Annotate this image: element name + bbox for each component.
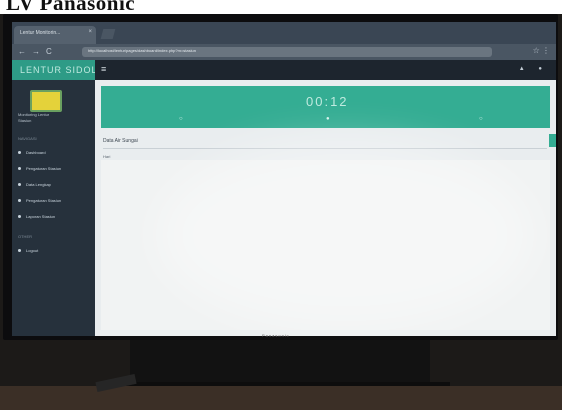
nav-section-label: NAVIGASI	[18, 136, 37, 141]
logo-image	[30, 90, 62, 112]
settings-icon	[18, 167, 21, 170]
browser-tabbar: Lentur Monitorin... ×	[12, 22, 556, 44]
close-icon[interactable]: ×	[88, 29, 92, 35]
url-text: http://localhost/lentur/pages/dashboard/…	[88, 48, 196, 53]
tv-stand	[130, 340, 430, 386]
data-icon	[18, 183, 21, 186]
status-banner: 00:12 ○ ● ○	[101, 86, 550, 128]
side-tab-button[interactable]	[549, 134, 556, 147]
profile-text: Monitoring Lentur Stasiun	[18, 112, 49, 124]
sidebar-item-stasiun[interactable]: Pengaturan Stasiun	[16, 196, 92, 206]
sidebar-item-label: Logout	[26, 248, 39, 253]
dashboard-icon	[18, 151, 21, 154]
sidebar-item-laporan[interactable]: Laporan Stasiun	[16, 212, 92, 222]
browser-address-bar: ← → C http://localhost/lentur/pages/dash…	[12, 44, 556, 60]
topbar-icons[interactable]: ▲ ●	[519, 66, 548, 72]
brand-bar[interactable]: LENTUR SIDOLO	[12, 60, 105, 80]
browser-tab[interactable]: Lentur Monitorin... ×	[14, 26, 96, 44]
forward-icon[interactable]: →	[32, 47, 40, 56]
section-title: Data Air Sungai	[103, 138, 138, 144]
sidebar-item-label: Pengaturan Stasiun	[26, 198, 62, 203]
sidebar-item-pengaturan[interactable]: Pengaturan Stasiun	[16, 164, 92, 174]
table-surface	[0, 386, 562, 410]
menu-icon[interactable]: ≡	[101, 64, 106, 74]
reload-icon[interactable]: C	[46, 47, 52, 56]
profile-line-1: Monitoring Lentur	[18, 112, 50, 117]
sidebar: LENTUR SIDOLO Monitoring Lentur Stasiun …	[12, 60, 105, 336]
profile-line-2: Stasiun	[18, 118, 32, 123]
banner-dot-icon[interactable]: ○	[179, 116, 183, 122]
new-tab-button[interactable]	[100, 29, 116, 39]
browser-menu-icons[interactable]: ☆ ⋮	[533, 46, 550, 55]
photo-caption: LV Panasonic	[0, 0, 562, 14]
sidebar-profile: Monitoring Lentur Stasiun	[12, 84, 95, 128]
sidebar-item-label: Data Lengkap	[26, 182, 51, 187]
tv-bezel: Lentur Monitorin... × ← → C http://local…	[3, 14, 558, 340]
tv-screen: Lentur Monitorin... × ← → C http://local…	[12, 22, 556, 336]
photo: Lentur Monitorin... × ← → C http://local…	[0, 14, 562, 410]
brand-text: LENTUR SIDOLO	[20, 65, 106, 75]
report-icon	[18, 215, 21, 218]
topbar: ≡ ▲ ●	[95, 60, 556, 80]
sidebar-item-logout[interactable]: Logout	[16, 246, 92, 256]
back-icon[interactable]: ←	[18, 47, 26, 56]
url-input[interactable]: http://localhost/lentur/pages/dashboard/…	[82, 47, 492, 57]
logout-icon	[18, 249, 21, 252]
nav-section-label: OTHER	[18, 234, 32, 239]
sidebar-item-dashboard[interactable]: Dashboard	[16, 148, 92, 158]
web-app: LENTUR SIDOLO Monitoring Lentur Stasiun …	[12, 60, 556, 336]
station-icon	[18, 199, 21, 202]
tv-brand-logo: Panasonic	[262, 333, 290, 338]
screen-glare	[155, 140, 535, 330]
banner-value: 00:12	[306, 94, 349, 109]
sidebar-item-label: Pengaturan Stasiun	[26, 166, 62, 171]
main-content: ≡ ▲ ● 00:12 ○ ● ○ Data Air Sungai Hari	[95, 60, 556, 336]
banner-dot-icon[interactable]: ●	[326, 116, 330, 122]
tab-title: Lentur Monitorin...	[20, 30, 61, 36]
sidebar-item-label: Dashboard	[26, 150, 46, 155]
sidebar-item-label: Laporan Stasiun	[26, 214, 56, 219]
caption-text: LV Panasonic	[6, 0, 136, 14]
sidebar-item-data[interactable]: Data Lengkap	[16, 180, 92, 190]
section-subtitle: Hari	[103, 154, 111, 159]
banner-dot-icon[interactable]: ○	[479, 116, 483, 122]
